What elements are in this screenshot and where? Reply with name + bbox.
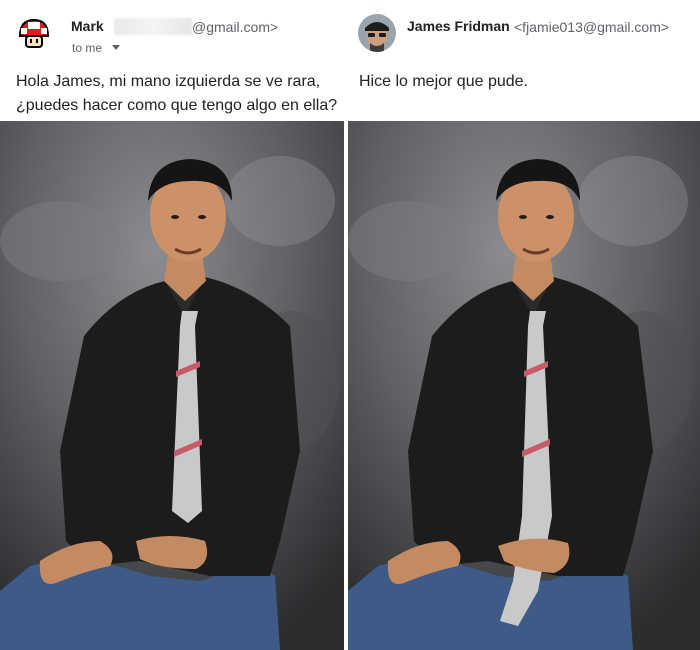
message-body: Hice lo mejor que pude.	[359, 73, 528, 90]
original-photo	[0, 121, 344, 650]
reply-email-panel: James Fridman <fjamie013@gmail.com> Hice…	[348, 0, 700, 650]
sender-name[interactable]: Mark	[71, 18, 104, 34]
edited-photo	[348, 121, 700, 650]
recipient-line: to me	[72, 41, 103, 55]
sender-email[interactable]: @gmail.com>	[192, 19, 278, 35]
redacted-email-blur	[114, 18, 192, 35]
message-line: Hola James, mi mano izquierda se ve rara…	[16, 73, 321, 90]
original-email-panel: Mark @gmail.com> to me Hola James, mi ma…	[0, 0, 344, 650]
chevron-down-icon[interactable]	[112, 45, 120, 50]
message-line: ¿puedes hacer como que tengo algo en ell…	[16, 97, 338, 114]
message-body: Hola James, mi mano izquierda se ve rara…	[16, 70, 346, 118]
sender-email[interactable]: <fjamie013@gmail.com>	[514, 19, 669, 35]
profile-photo-avatar	[358, 14, 396, 52]
mushroom-icon	[14, 14, 54, 54]
sender-name[interactable]: James Fridman	[407, 18, 510, 34]
